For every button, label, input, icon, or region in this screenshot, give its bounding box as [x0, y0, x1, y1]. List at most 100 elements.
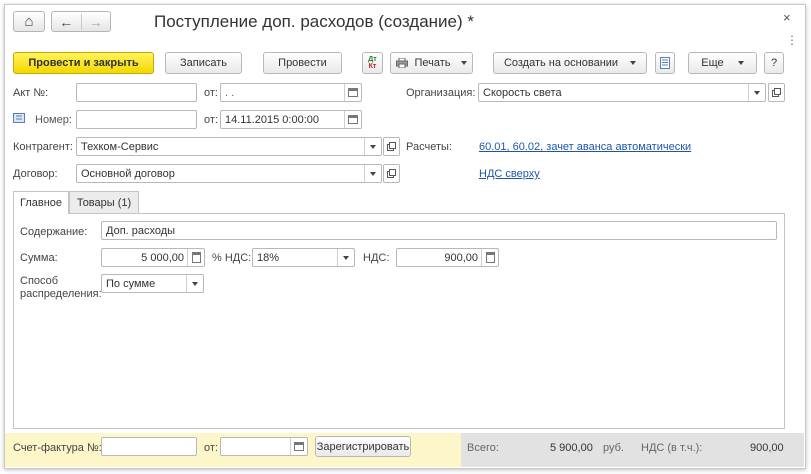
distribution-label: Способ распределения: [20, 275, 102, 301]
organization-value: Скорость света [483, 86, 562, 99]
chevron-down-icon [370, 171, 376, 176]
back-arrow-icon: ← [59, 13, 74, 30]
vat-on-top-link[interactable]: НДС сверху [479, 168, 540, 180]
chevron-down-icon [192, 281, 198, 286]
organization-label: Организация: [406, 87, 476, 99]
dropdown-button[interactable] [186, 275, 203, 292]
invoice-input[interactable] [101, 437, 197, 456]
register-button[interactable]: Зарегистрировать [315, 436, 411, 457]
calendar-icon [294, 442, 304, 451]
forward-button[interactable]: → [82, 14, 111, 30]
dt-kt-button[interactable]: Дт Кт [362, 52, 383, 74]
total-label: Всего: [467, 442, 499, 454]
home-icon: ⌂ [24, 13, 34, 30]
calculator-icon [485, 252, 495, 263]
act-from-label: от: [204, 87, 218, 99]
invoice-from-label: от: [204, 442, 218, 454]
calendar-button[interactable] [344, 84, 361, 101]
number-date-value: 14.11.2015 0:00:00 [225, 113, 319, 126]
organization-select[interactable]: Скорость света [478, 83, 766, 102]
dropdown-button[interactable] [748, 84, 765, 101]
act-date-input[interactable]: . . [220, 83, 362, 102]
sum-value: 5 000,00 [141, 251, 184, 264]
help-button[interactable]: ? [764, 52, 784, 74]
vat-rate-label: % НДС: [212, 252, 252, 264]
contractor-label: Контрагент: [13, 141, 73, 153]
chevron-down-icon [754, 90, 760, 95]
calculator-button[interactable] [481, 249, 498, 266]
distribution-select[interactable]: По сумме [101, 274, 204, 293]
calendar-icon [348, 115, 358, 124]
post-and-close-button[interactable]: Провести и закрыть [13, 52, 154, 74]
chevron-down-icon [343, 255, 349, 260]
dropdown-button[interactable] [337, 249, 354, 266]
open-contractor-button[interactable] [383, 137, 400, 156]
tab-goods[interactable]: Товары (1) [69, 191, 139, 213]
create-based-on-button[interactable]: Создать на основании [493, 52, 647, 74]
post-button[interactable]: Провести [263, 52, 342, 74]
vat-included-value: 900,00 [750, 442, 784, 454]
distribution-label-line2: распределения: [20, 288, 102, 300]
calendar-icon [348, 88, 358, 97]
distribution-label-line1: Способ [20, 275, 59, 287]
contract-label: Договор: [13, 168, 58, 180]
menu-dots-icon[interactable]: ⋮ [786, 33, 798, 47]
chevron-down-icon [370, 144, 376, 149]
open-organization-button[interactable] [768, 83, 785, 102]
dt-kt-icon: Дт Кт [368, 56, 377, 70]
number-from-label: от: [204, 114, 218, 126]
contract-value: Основной договор [81, 167, 175, 180]
create-based-on-label: Создать на основании [503, 57, 619, 69]
open-contract-button[interactable] [383, 164, 400, 183]
contractor-select[interactable]: Техком-Сервис [76, 137, 382, 156]
invoice-label: Счет-фактура №: [13, 442, 102, 454]
dropdown-button[interactable] [364, 138, 381, 155]
distribution-value: По сумме [106, 277, 156, 290]
more-label: Еще [701, 57, 724, 69]
vat-rate-select[interactable]: 18% [252, 248, 355, 267]
page-title: Поступление доп. расходов (создание) * [154, 12, 474, 31]
act-number-input[interactable] [76, 83, 197, 102]
vat-label: НДС: [363, 252, 390, 264]
tab-panel [13, 213, 785, 429]
total-value: 5 900,00 [550, 442, 593, 454]
number-date-input[interactable]: 14.11.2015 0:00:00 [220, 110, 362, 129]
chevron-down-icon [630, 61, 637, 65]
save-button[interactable]: Записать [165, 52, 242, 74]
calendar-button[interactable] [290, 438, 307, 455]
sum-input[interactable]: 5 000,00 [101, 248, 205, 267]
calculator-button[interactable] [187, 249, 204, 266]
contract-select[interactable]: Основной договор [76, 164, 382, 183]
vat-value: 900,00 [444, 251, 478, 264]
back-button[interactable]: ← [52, 13, 82, 30]
forward-arrow-icon: → [88, 13, 103, 30]
number-input[interactable] [76, 110, 197, 129]
number-label: Номер: [35, 114, 72, 126]
more-button[interactable]: Еще [688, 52, 757, 74]
invoice-date-input[interactable] [220, 437, 308, 456]
attachment-button[interactable] [655, 52, 675, 74]
vat-input[interactable]: 900,00 [396, 248, 499, 267]
settlements-label: Расчеты: [406, 141, 452, 153]
content-label: Содержание: [20, 226, 88, 238]
settlements-link[interactable]: 60.01, 60.02, зачет аванса автоматически [479, 141, 691, 153]
open-link-icon [387, 169, 396, 178]
close-icon[interactable]: × [783, 10, 791, 25]
printer-icon [396, 58, 409, 68]
chevron-down-icon [737, 61, 744, 65]
vat-rate-value: 18% [257, 251, 280, 264]
calculator-icon [191, 252, 201, 263]
home-button[interactable]: ⌂ [13, 11, 45, 32]
act-date-value: . . [225, 86, 235, 99]
tab-main[interactable]: Главное [13, 191, 69, 214]
content-input[interactable]: Доп. расходы [101, 221, 777, 240]
act-number-label: Акт №: [13, 87, 49, 99]
contractor-value: Техком-Сервис [81, 140, 159, 153]
currency-label: руб. [603, 442, 624, 454]
dropdown-button[interactable] [364, 165, 381, 182]
document-icon [660, 57, 670, 69]
print-button[interactable]: Печать [390, 52, 473, 74]
document-window: ⌂ ← → Поступление доп. расходов (создани… [4, 4, 806, 469]
calendar-button[interactable] [344, 111, 361, 128]
open-link-icon [387, 142, 396, 151]
